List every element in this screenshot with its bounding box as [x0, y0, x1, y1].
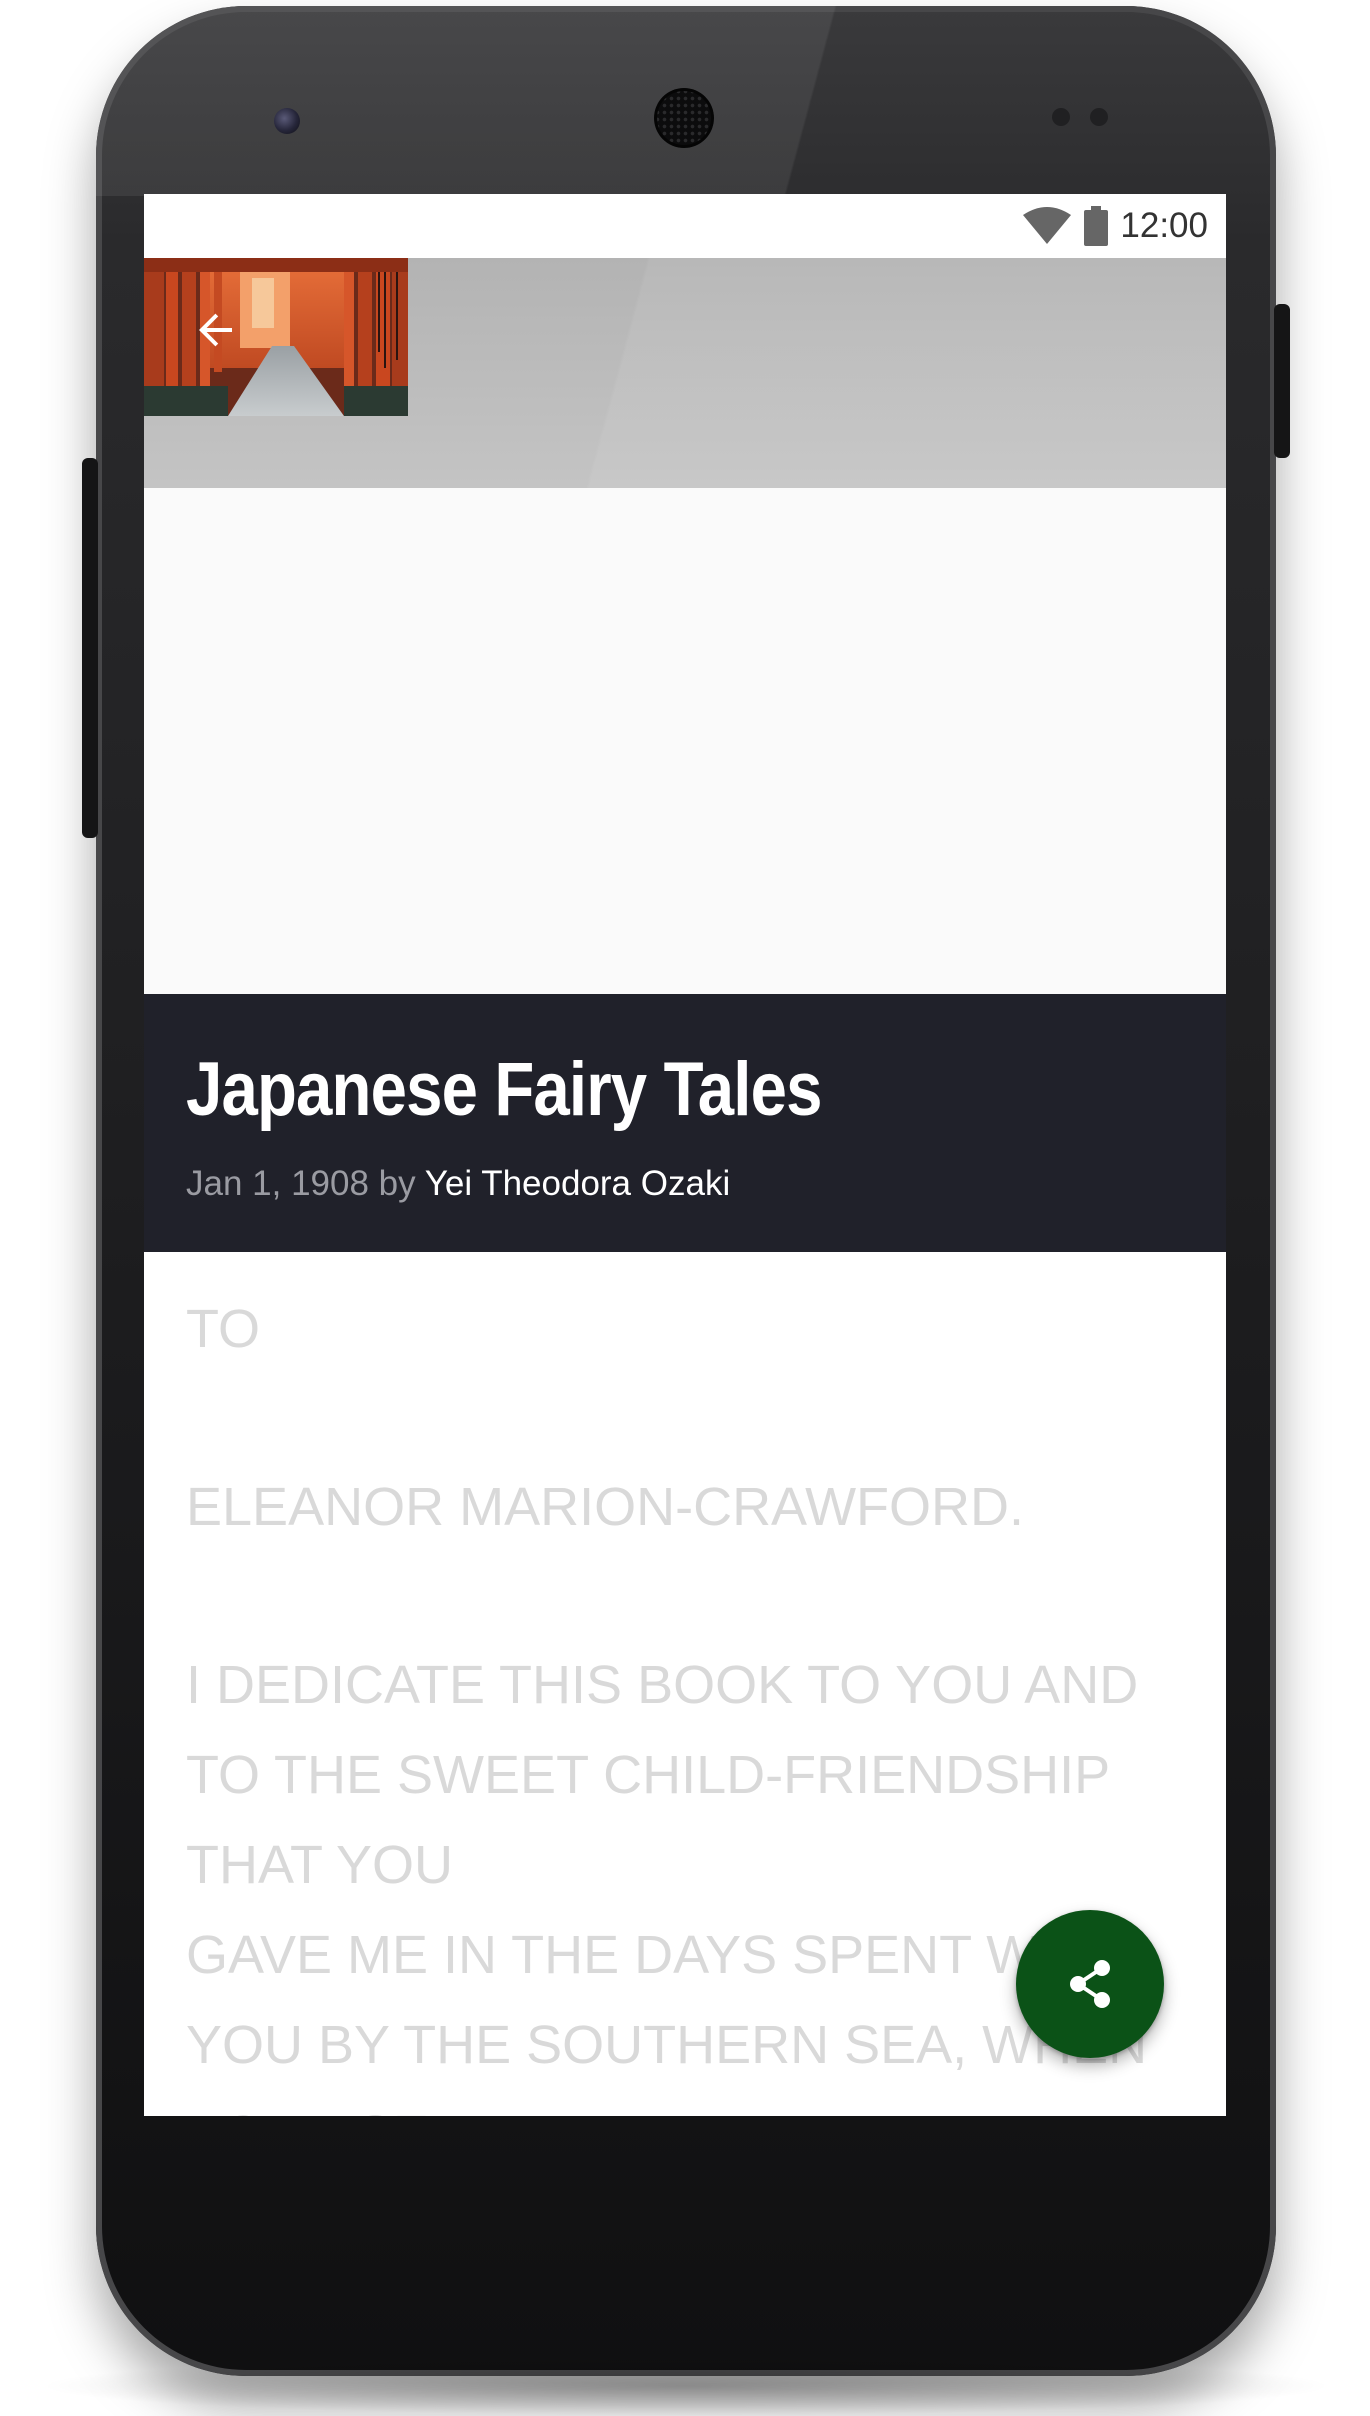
- status-icons: 12:00: [1022, 206, 1208, 246]
- content-line: TO: [186, 1299, 261, 1359]
- hero-image-area: [144, 488, 1226, 994]
- content-line: THAT YOU: [186, 1835, 454, 1895]
- power-button: [1274, 304, 1290, 458]
- title-band: Japanese Fairy Tales Jan 1, 1908 by Yei …: [144, 994, 1226, 1252]
- back-button[interactable]: [180, 294, 252, 366]
- book-meta: Jan 1, 1908 by Yei Theodora Ozaki: [186, 1164, 730, 1204]
- book-title: Japanese Fairy Tales: [186, 1047, 822, 1132]
- arrow-left-icon: [199, 313, 232, 347]
- light-sensor: [1090, 108, 1108, 126]
- screen: 12:00 Japanese Fairy Tales Jan 1, 1908 b…: [144, 194, 1226, 2116]
- wifi-icon: [1023, 207, 1072, 244]
- front-camera: [274, 108, 300, 134]
- volume-button: [82, 458, 98, 838]
- battery-icon: [1084, 206, 1109, 246]
- by-label: by: [378, 1164, 416, 1203]
- publish-date: Jan 1, 1908: [186, 1164, 369, 1203]
- content-line: I DEDICATE THIS BOOK TO YOU AND: [186, 1655, 1139, 1715]
- share-icon: [1070, 1960, 1110, 2008]
- content-line: ELEANOR MARION-CRAWFORD.: [186, 1477, 1025, 1537]
- status-clock: 12:00: [1120, 206, 1208, 245]
- collapsing-toolbar: [144, 258, 1226, 488]
- content-line: TO THE SWEET CHILD-FRIENDSHIP: [186, 1745, 1111, 1805]
- author-name: Yei Theodora Ozaki: [424, 1164, 731, 1203]
- share-button[interactable]: [1016, 1910, 1164, 2058]
- earpiece-speaker: [654, 88, 714, 148]
- proximity-sensor: [1052, 108, 1070, 126]
- content-line: YOU USED: [186, 2090, 1186, 2116]
- status-bar: 12:00: [144, 194, 1226, 258]
